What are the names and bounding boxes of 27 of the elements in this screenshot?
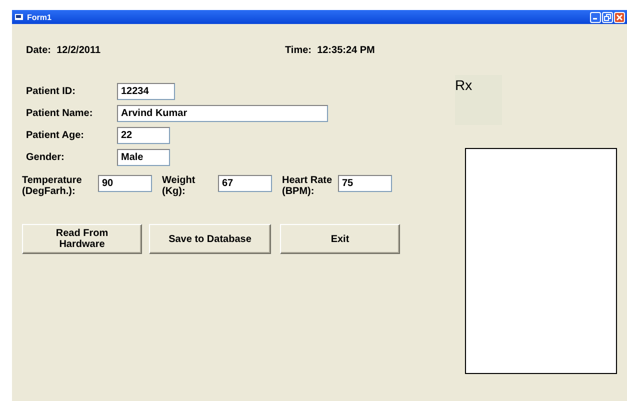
restore-icon (604, 14, 611, 20)
field-label: Patient Name: (26, 108, 94, 119)
rx-label: Rx (455, 77, 472, 93)
close-button[interactable] (614, 12, 625, 22)
form-button[interactable]: Read From Hardware (22, 224, 142, 254)
input-field[interactable]: Arvind Kumar (117, 105, 328, 122)
app-icon (15, 14, 23, 20)
field-label: Temperature (DegFarh.): (22, 175, 83, 197)
field-label: Heart Rate (BPM): (282, 175, 334, 197)
date-label: Date: 12/2/2011 (26, 45, 101, 56)
input-field[interactable]: Male (117, 149, 170, 166)
field-label: Patient Age: (26, 130, 85, 141)
input-field[interactable]: 22 (117, 127, 170, 144)
minimize-button[interactable] (590, 12, 601, 22)
input-field[interactable]: 90 (98, 175, 152, 192)
form-button[interactable]: Exit (280, 224, 400, 254)
window-title: Form1 (27, 12, 52, 22)
time-label: Time: 12:35:24 PM (285, 45, 375, 56)
close-icon (616, 14, 623, 20)
input-field[interactable]: 12234 (117, 83, 175, 100)
input-field[interactable]: 75 (338, 175, 392, 192)
restore-button[interactable] (602, 12, 613, 22)
field-label: Gender: (26, 152, 66, 163)
field-label: Patient ID: (26, 86, 76, 97)
form-button[interactable]: Save to Database (149, 224, 271, 254)
input-field[interactable]: 67 (218, 175, 272, 192)
field-label: Weight (Kg): (162, 175, 196, 197)
